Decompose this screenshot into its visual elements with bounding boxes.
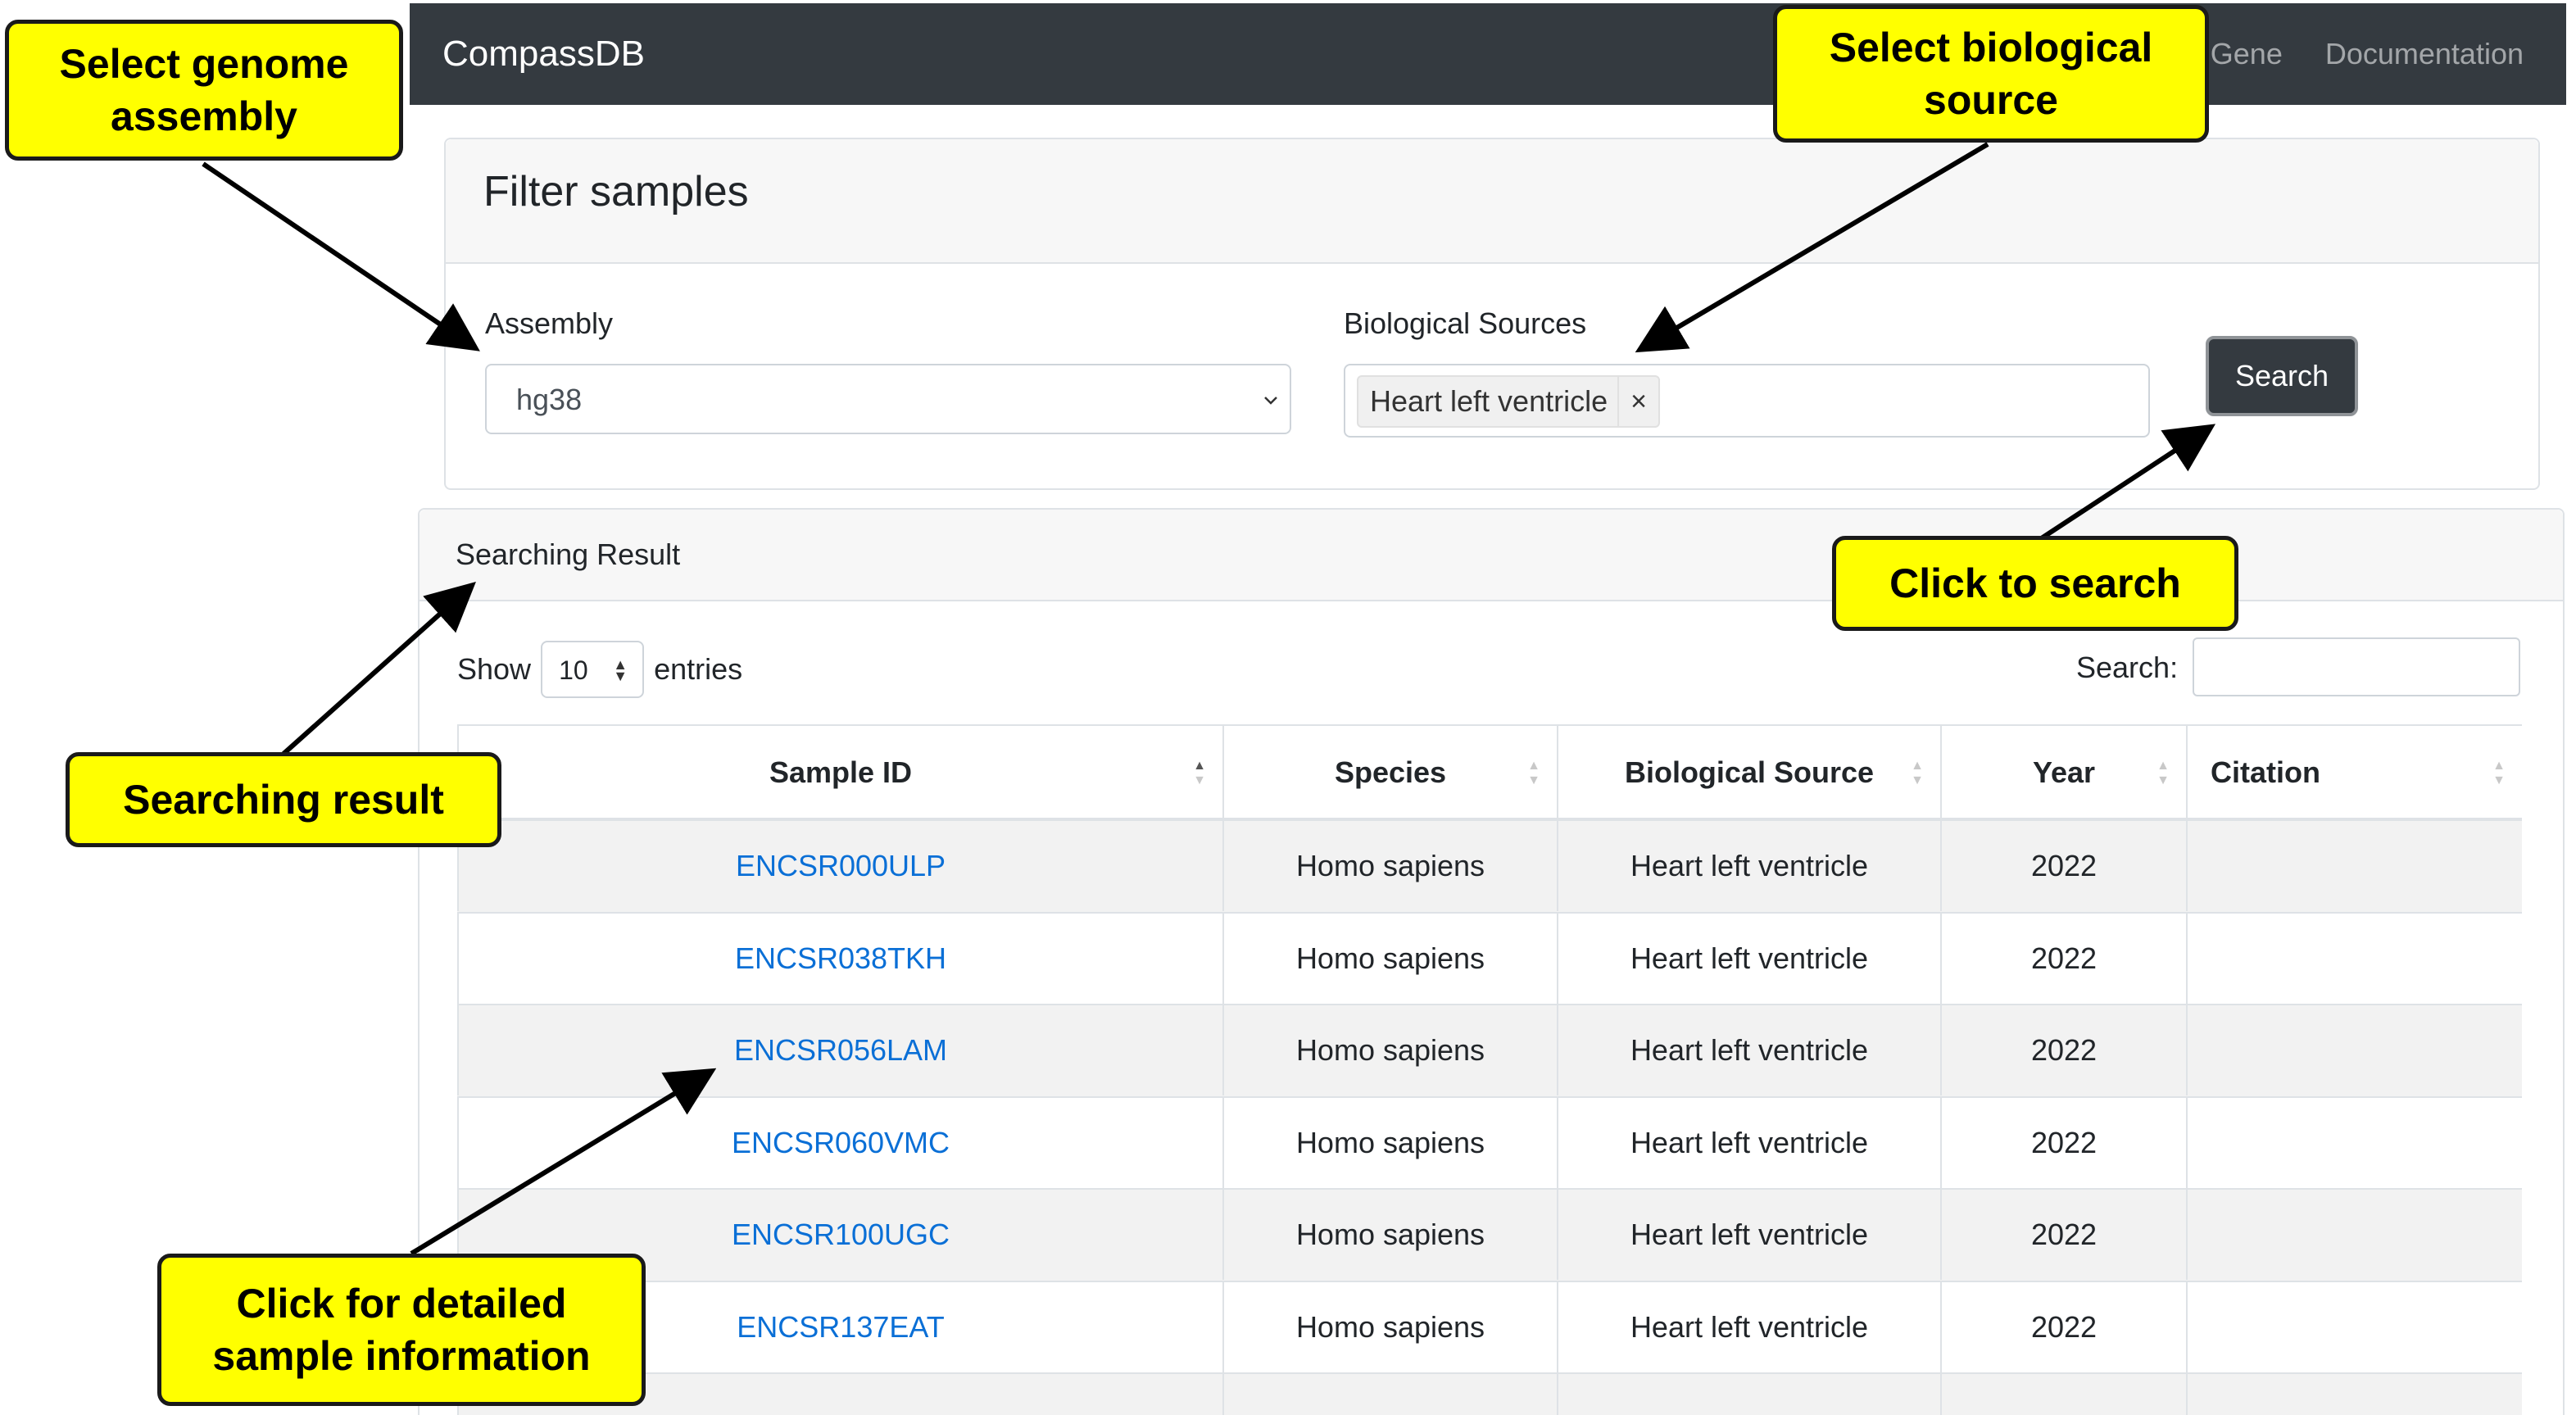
sample-id-link[interactable]: ENCSR100UGC xyxy=(732,1218,950,1251)
table-search-label: Search: xyxy=(2076,651,2179,684)
callout-select-source: Select biological source xyxy=(1773,5,2209,143)
cell-biological-source: Heart left ventricle xyxy=(1558,913,1942,1004)
cell-year: 2022 xyxy=(1942,913,2188,1004)
sample-id-link[interactable]: ENCSR056LAM xyxy=(734,1033,947,1067)
result-title: Searching Result xyxy=(456,537,681,571)
cell-year: 2022 xyxy=(1942,821,2188,911)
sort-icon: ▲ ▼ xyxy=(1911,759,1924,787)
cell-citation xyxy=(2188,1190,2522,1280)
cell-year: 2022 xyxy=(1942,1097,2188,1188)
selected-source-tag: Heart left ventricle × xyxy=(1357,375,1660,428)
column-label: Biological Source xyxy=(1624,755,1875,789)
result-header: Searching Result xyxy=(420,510,2563,601)
table-row: ENCSR060VMC Homo sapiens Heart left vent… xyxy=(457,1097,2522,1190)
filter-card: Filter samples Assembly hg38 Biological … xyxy=(444,138,2540,490)
column-header-biological-source[interactable]: Biological Source ▲ ▼ xyxy=(1558,726,1942,819)
entries-label: entries xyxy=(654,652,743,686)
table-row-partial xyxy=(457,1374,2522,1415)
table-search-input[interactable] xyxy=(2193,637,2520,696)
column-label: Species xyxy=(1334,755,1447,789)
sort-icon: ▲ ▼ xyxy=(1527,759,1540,787)
callout-select-assembly: Select genome assembly xyxy=(5,20,403,161)
column-label: Citation xyxy=(2211,755,2320,789)
arrow-icon xyxy=(202,161,480,351)
column-header-citation[interactable]: Citation ▲ ▼ xyxy=(2188,726,2522,819)
result-card: Searching Result Show 10 ▲ ▼ entries Sear… xyxy=(418,508,2565,1415)
cell-species: Homo sapiens xyxy=(1224,913,1558,1004)
cell-species: Homo sapiens xyxy=(1224,1097,1558,1188)
column-header-year[interactable]: Year ▲ ▼ xyxy=(1942,726,2188,819)
page-length-value: 10 xyxy=(559,655,588,685)
callout-searching-result: Searching result xyxy=(66,752,501,847)
brand-logo[interactable]: CompassDB xyxy=(442,3,645,105)
table-row: ENCSR100UGC Homo sapiens Heart left vent… xyxy=(457,1190,2522,1282)
sample-id-link[interactable]: ENCSR000ULP xyxy=(736,849,946,882)
show-label: Show xyxy=(457,652,532,686)
cell-citation xyxy=(2188,821,2522,911)
cell-empty xyxy=(1942,1374,2188,1415)
sort-icon: ▲ ▼ xyxy=(2156,759,2170,787)
sources-multiselect[interactable]: Heart left ventricle × xyxy=(1344,364,2150,438)
cell-biological-source: Heart left ventricle xyxy=(1558,1005,1942,1095)
cell-sample-id: ENCSR038TKH xyxy=(457,913,1224,1004)
cell-biological-source: Heart left ventricle xyxy=(1558,1281,1942,1372)
sort-icon: ▲ ▼ xyxy=(1193,759,1206,787)
table-row: ENCSR000ULP Homo sapiens Heart left vent… xyxy=(457,821,2522,914)
cell-empty xyxy=(2188,1374,2522,1415)
filter-title: Filter samples xyxy=(483,168,749,215)
table-row: ENCSR056LAM Homo sapiens Heart left vent… xyxy=(457,1005,2522,1098)
nav-link-gene[interactable]: Gene xyxy=(2211,37,2283,71)
column-label: Year xyxy=(2032,755,2096,789)
page-length-control: Show 10 ▲ ▼ entries xyxy=(457,641,742,698)
close-icon[interactable]: × xyxy=(1617,377,1658,426)
page-length-select[interactable]: 10 ▲ ▼ xyxy=(541,641,645,698)
assembly-value: hg38 xyxy=(516,383,583,416)
navbar: CompassDB Gene Documentation xyxy=(410,3,2566,105)
cell-biological-source: Heart left ventricle xyxy=(1558,1097,1942,1188)
cell-citation xyxy=(2188,1282,2522,1372)
cell-empty xyxy=(1558,1374,1942,1415)
nav-link-documentation[interactable]: Documentation xyxy=(2325,37,2524,71)
cell-sample-id: ENCSR000ULP xyxy=(457,821,1224,911)
cell-citation xyxy=(2188,914,2522,1004)
cell-species: Homo sapiens xyxy=(1224,1281,1558,1372)
filter-header: Filter samples xyxy=(446,139,2538,264)
sort-icon: ▲ ▼ xyxy=(613,656,628,684)
cell-citation xyxy=(2188,1098,2522,1188)
sort-icon: ▲ ▼ xyxy=(2492,759,2506,787)
cell-citation xyxy=(2188,1005,2522,1095)
column-label: Sample ID xyxy=(769,755,913,789)
search-button[interactable]: Search xyxy=(2206,336,2358,416)
nav-links: Gene Documentation xyxy=(2211,3,2566,105)
cell-biological-source: Heart left ventricle xyxy=(1558,1190,1942,1280)
callout-detailed-sample: Click for detailed sample information xyxy=(157,1254,646,1406)
results-table: Sample ID ▲ ▼ Species ▲ ▼ Biological Sourc… xyxy=(457,724,2522,1415)
cell-empty xyxy=(1224,1374,1558,1415)
cell-year: 2022 xyxy=(1942,1005,2188,1095)
table-row: ENCSR137EAT Homo sapiens Heart left vent… xyxy=(457,1281,2522,1374)
cell-species: Homo sapiens xyxy=(1224,821,1558,911)
column-header-species[interactable]: Species ▲ ▼ xyxy=(1224,726,1558,819)
callout-click-search: Click to search xyxy=(1832,536,2238,631)
cell-sample-id: ENCSR056LAM xyxy=(457,1005,1224,1095)
cell-year: 2022 xyxy=(1942,1190,2188,1280)
cell-species: Homo sapiens xyxy=(1224,1005,1558,1095)
cell-biological-source: Heart left ventricle xyxy=(1558,821,1942,911)
column-header-sample-id[interactable]: Sample ID ▲ ▼ xyxy=(457,726,1224,819)
selected-source-text: Heart left ventricle xyxy=(1370,384,1608,418)
table-row: ENCSR038TKH Homo sapiens Heart left vent… xyxy=(457,913,2522,1005)
assembly-select[interactable]: hg38 xyxy=(485,364,1291,434)
cell-sample-id: ENCSR060VMC xyxy=(457,1097,1224,1188)
sample-id-link[interactable]: ENCSR137EAT xyxy=(737,1310,944,1344)
cell-species: Homo sapiens xyxy=(1224,1190,1558,1280)
sample-id-link[interactable]: ENCSR060VMC xyxy=(732,1126,950,1159)
cell-year: 2022 xyxy=(1942,1281,2188,1372)
chevron-down-icon xyxy=(1264,397,1277,405)
sample-id-link[interactable]: ENCSR038TKH xyxy=(735,941,946,975)
assembly-label: Assembly xyxy=(485,306,614,340)
table-header: Sample ID ▲ ▼ Species ▲ ▼ Biological Sourc… xyxy=(457,724,2522,821)
sources-label: Biological Sources xyxy=(1344,306,1587,340)
